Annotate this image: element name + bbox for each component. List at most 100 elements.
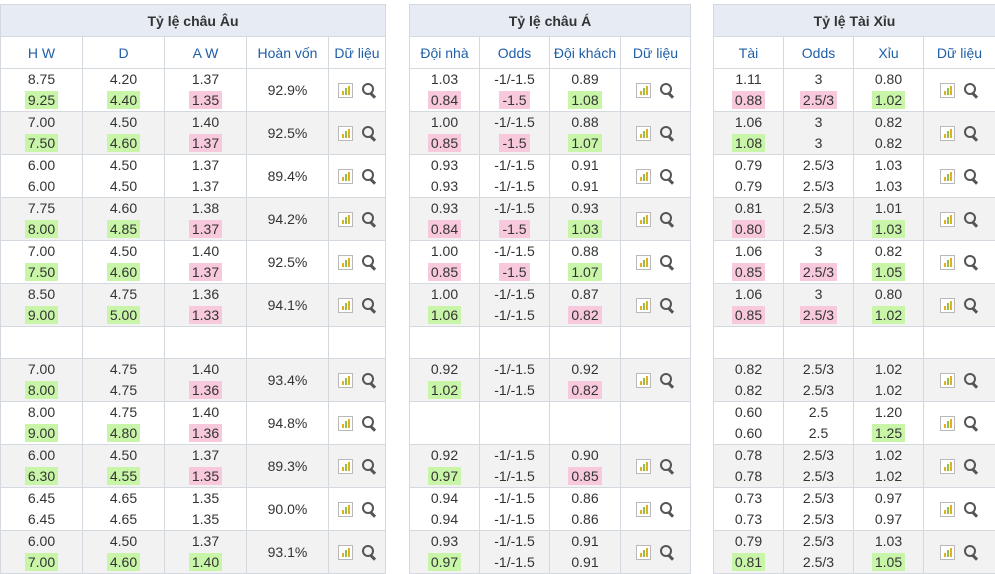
odds-cell: 4.504.50 — [83, 155, 165, 198]
search-icon[interactable] — [659, 372, 675, 388]
asia-odds-panel: Tỷ lệ châu Á Đội nhà Odds Đội khách Dữ l… — [409, 4, 690, 574]
data-actions — [924, 198, 995, 241]
bar-chart-icon[interactable] — [338, 83, 353, 98]
bar-chart-icon[interactable] — [636, 83, 651, 98]
search-icon[interactable] — [963, 168, 979, 184]
bar-chart-icon[interactable] — [338, 212, 353, 227]
bar-chart-icon[interactable] — [940, 502, 955, 517]
bar-chart-icon[interactable] — [940, 459, 955, 474]
search-icon[interactable] — [659, 211, 675, 227]
search-icon[interactable] — [963, 297, 979, 313]
bar-chart-icon[interactable] — [940, 126, 955, 141]
bar-chart-icon[interactable] — [636, 545, 651, 560]
bar-chart-icon[interactable] — [940, 545, 955, 560]
bar-chart-icon[interactable] — [636, 373, 651, 388]
odds-line: 1.33 — [165, 305, 246, 326]
bar-chart-icon[interactable] — [338, 126, 353, 141]
odds-line: 9.00 — [1, 305, 82, 326]
bar-chart-icon[interactable] — [636, 255, 651, 270]
gap-cell — [329, 327, 386, 359]
bar-chart-icon[interactable] — [338, 373, 353, 388]
search-icon[interactable] — [963, 544, 979, 560]
bar-chart-icon[interactable] — [940, 298, 955, 313]
bar-chart-icon[interactable] — [940, 373, 955, 388]
current-value: 0.85 — [732, 263, 765, 281]
current-value: 0.97 — [428, 553, 461, 571]
search-icon[interactable] — [659, 544, 675, 560]
search-icon[interactable] — [963, 254, 979, 270]
odds-line: 2.5/3 — [784, 198, 853, 219]
bar-chart-icon[interactable] — [636, 502, 651, 517]
data-icons — [329, 254, 385, 270]
opening-value: -1/-1.5 — [491, 70, 537, 88]
search-icon[interactable] — [963, 372, 979, 388]
search-icon[interactable] — [361, 415, 377, 431]
search-icon[interactable] — [659, 501, 675, 517]
search-icon[interactable] — [659, 168, 675, 184]
bar-chart-icon[interactable] — [636, 126, 651, 141]
bar-chart-icon[interactable] — [338, 255, 353, 270]
data-icons — [924, 168, 995, 184]
search-icon[interactable] — [361, 544, 377, 560]
opening-value: 7.00 — [25, 360, 58, 378]
bar-chart-icon[interactable] — [940, 212, 955, 227]
odds-cell: -1/-1.5-1/-1.5 — [480, 359, 550, 402]
search-icon[interactable] — [361, 82, 377, 98]
odds-cell: 4.654.65 — [83, 488, 165, 531]
bar-chart-icon[interactable] — [940, 416, 955, 431]
search-icon[interactable] — [361, 125, 377, 141]
odds-line: 1.20 — [854, 402, 923, 423]
table-row: 0.930.93-1/-1.5-1/-1.50.910.91 — [410, 155, 691, 198]
table-row: 0.600.602.52.51.201.25 — [714, 402, 995, 445]
search-icon[interactable] — [963, 458, 979, 474]
search-icon[interactable] — [361, 211, 377, 227]
search-icon[interactable] — [963, 211, 979, 227]
odds-line: 1.37 — [165, 531, 246, 552]
bar-chart-icon[interactable] — [338, 459, 353, 474]
current-value: 0.82 — [568, 306, 601, 324]
bar-chart-icon[interactable] — [636, 212, 651, 227]
search-icon[interactable] — [963, 82, 979, 98]
bar-chart-icon[interactable] — [636, 298, 651, 313]
search-icon[interactable] — [963, 501, 979, 517]
bar-chart-icon[interactable] — [338, 298, 353, 313]
current-value: 4.60 — [107, 134, 140, 152]
current-value: 1.05 — [872, 263, 905, 281]
opening-value: 1.40 — [189, 242, 222, 260]
search-icon[interactable] — [659, 125, 675, 141]
bar-chart-icon[interactable] — [338, 545, 353, 560]
odds-line: 0.86 — [550, 488, 620, 509]
search-icon[interactable] — [659, 458, 675, 474]
opening-value: 0.78 — [732, 446, 765, 464]
search-icon[interactable] — [361, 297, 377, 313]
odds-line: 0.82 — [714, 359, 783, 380]
search-icon[interactable] — [361, 372, 377, 388]
odds-line: -1/-1.5 — [480, 176, 549, 197]
bar-chart-icon[interactable] — [940, 83, 955, 98]
search-icon[interactable] — [963, 125, 979, 141]
search-icon[interactable] — [361, 168, 377, 184]
odds-cell: 1.401.36 — [165, 359, 247, 402]
odds-line: 0.89 — [550, 69, 620, 90]
odds-cell: 4.755.00 — [83, 284, 165, 327]
odds-line: 0.86 — [550, 509, 620, 530]
bar-chart-icon[interactable] — [636, 459, 651, 474]
search-icon[interactable] — [659, 254, 675, 270]
search-icon[interactable] — [963, 415, 979, 431]
odds-line: 0.79 — [714, 155, 783, 176]
search-icon[interactable] — [659, 297, 675, 313]
bar-chart-icon[interactable] — [338, 169, 353, 184]
bar-chart-icon[interactable] — [940, 255, 955, 270]
bar-chart-icon[interactable] — [636, 169, 651, 184]
opening-value: 1.03 — [428, 70, 461, 88]
bar-chart-icon[interactable] — [940, 169, 955, 184]
search-icon[interactable] — [659, 82, 675, 98]
search-icon[interactable] — [361, 501, 377, 517]
odds-cell: 1.371.35 — [165, 69, 247, 112]
bar-chart-icon[interactable] — [338, 502, 353, 517]
odds-line: 1.06 — [714, 112, 783, 133]
bar-chart-icon[interactable] — [338, 416, 353, 431]
opening-value: 0.92 — [428, 446, 461, 464]
search-icon[interactable] — [361, 458, 377, 474]
search-icon[interactable] — [361, 254, 377, 270]
